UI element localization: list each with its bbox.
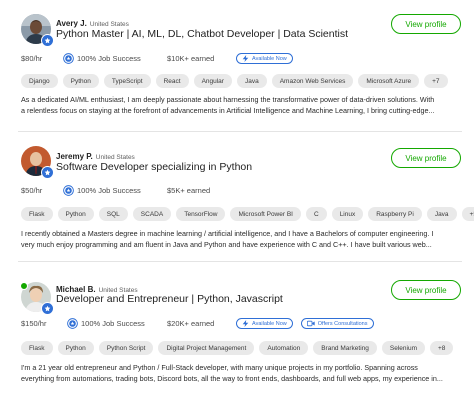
verified-badge-icon (41, 34, 54, 47)
stats-row: $50/hr 100% Job Success $5K+ earned (21, 185, 210, 196)
consultations-badge: Offers Consultations (300, 318, 374, 329)
availability-badge: Available Now (236, 318, 293, 329)
job-success: 100% Job Success (67, 318, 167, 329)
skill-chip[interactable]: TypeScript (103, 74, 151, 88)
skill-chip[interactable]: React (155, 74, 189, 88)
view-profile-button[interactable]: View profile (391, 280, 461, 300)
avatar[interactable] (21, 146, 54, 179)
more-skills-chip[interactable]: +8 (430, 341, 454, 355)
job-success-label: 100% Job Success (81, 319, 145, 328)
earned: $5K+ earned (167, 186, 211, 195)
online-status-icon (20, 282, 28, 290)
job-success-badge-icon (63, 53, 74, 64)
freelancer-title[interactable]: Python Master | AI, ML, DL, Chatbot Deve… (56, 28, 348, 40)
skills-list: Flask Python Python Script Digital Project … (21, 341, 462, 355)
availability-badge: Available Now (236, 53, 293, 64)
skill-chip[interactable]: Raspberry Pi (368, 207, 422, 221)
skill-chip[interactable]: Flask (21, 341, 53, 355)
freelancer-name[interactable]: Jeremy P. (56, 152, 93, 161)
freelancer-description[interactable]: I recently obtained a Masters degree in … (21, 228, 459, 250)
skill-chip[interactable]: SQL (98, 207, 128, 221)
skill-chip[interactable]: TensorFlow (176, 207, 226, 221)
freelancer-title[interactable]: Software Developer specializing in Pytho… (56, 161, 252, 173)
job-success: 100% Job Success (63, 185, 167, 196)
freelancer-card: Jeremy P. United States Software Develope… (0, 134, 474, 264)
description-line: I recently obtained a Masters degree in … (21, 229, 434, 238)
more-skills-chip[interactable]: +5 (461, 207, 474, 221)
divider (18, 131, 462, 132)
job-success-label: 100% Job Success (77, 54, 141, 63)
skill-chip[interactable]: Python (62, 74, 99, 88)
avatar[interactable] (21, 14, 54, 47)
description-line: very much enjoy programming and am fluen… (21, 240, 432, 249)
freelancer-description[interactable]: As a dedicated AI/ML enthusiast, I am de… (21, 94, 459, 116)
rate: $80/hr (21, 54, 43, 63)
availability-label: Available Now (252, 320, 287, 327)
skills-list: Django Python TypeScript React Angular Java Am… (21, 74, 462, 88)
job-success-badge-icon (63, 185, 74, 196)
description-line: As a dedicated AI/ML enthusiast, I am de… (21, 95, 435, 104)
freelancer-name[interactable]: Avery J. (56, 19, 87, 28)
freelancer-card: Michael B. United States Developer and En… (0, 268, 474, 396)
job-success: 100% Job Success (63, 53, 167, 64)
description-line: everything from automations, trading bot… (21, 374, 443, 383)
freelancer-location: United States (89, 21, 129, 28)
skill-chip[interactable]: SCADA (132, 207, 172, 221)
freelancer-location: United States (95, 154, 135, 161)
earned: $10K+ earned (167, 54, 215, 63)
skill-chip[interactable]: Amazon Web Services (271, 74, 354, 88)
skill-chip[interactable]: Linux (331, 207, 364, 221)
consultations-label: Offers Consultations (317, 320, 368, 327)
skill-chip[interactable]: Microsoft Azure (358, 74, 420, 88)
skill-chip[interactable]: Java (236, 74, 267, 88)
divider (18, 261, 462, 262)
skill-chip[interactable]: Python (57, 207, 94, 221)
earned: $20K+ earned (167, 319, 215, 328)
freelancer-card: Avery J. United States Python Master | AI… (0, 0, 474, 132)
avatar[interactable] (20, 282, 54, 315)
name-line: Jeremy P. United States (56, 152, 135, 161)
skill-chip[interactable]: Java (426, 207, 457, 221)
freelancer-description[interactable]: I'm a 21 year old entrepreneur and Pytho… (21, 362, 459, 384)
description-line: I'm a 21 year old entrepreneur and Pytho… (21, 363, 418, 372)
video-camera-icon (306, 320, 315, 327)
skill-chip[interactable]: C (305, 207, 327, 221)
lightning-icon (242, 55, 249, 62)
name-line: Avery J. United States (56, 19, 129, 28)
view-profile-button[interactable]: View profile (391, 148, 461, 168)
stats-row: $150/hr 100% Job Success $20K+ earned Av… (21, 318, 374, 329)
skill-chip[interactable]: Brand Marketing (313, 341, 377, 355)
job-success-badge-icon (67, 318, 78, 329)
skill-chip[interactable]: Selenium (381, 341, 426, 355)
skill-chip[interactable]: Digital Project Management (158, 341, 255, 355)
availability-label: Available Now (252, 55, 287, 62)
verified-badge-icon (41, 302, 54, 315)
verified-badge-icon (41, 166, 54, 179)
skills-list: Flask Python SQL SCADA TensorFlow Microsoft P… (21, 207, 474, 221)
skill-chip[interactable]: Django (21, 74, 58, 88)
stats-row: $80/hr 100% Job Success $10K+ earned Ava… (21, 53, 293, 64)
skill-chip[interactable]: Angular (193, 74, 232, 88)
lightning-icon (242, 320, 249, 327)
rate: $50/hr (21, 186, 43, 195)
view-profile-button[interactable]: View profile (391, 14, 461, 34)
skill-chip[interactable]: Python Script (98, 341, 154, 355)
rate: $150/hr (21, 319, 47, 328)
skill-chip[interactable]: Microsoft Power BI (230, 207, 301, 221)
skill-chip[interactable]: Python (57, 341, 94, 355)
description-line: a relentless focus on staying at the for… (21, 106, 435, 115)
job-success-label: 100% Job Success (77, 186, 141, 195)
freelancer-list: Avery J. United States Python Master | AI… (0, 0, 474, 396)
skill-chip[interactable]: Flask (21, 207, 53, 221)
skill-chip[interactable]: Automation (259, 341, 309, 355)
freelancer-title[interactable]: Developer and Entrepreneur | Python, Jav… (56, 293, 283, 305)
more-skills-chip[interactable]: +7 (424, 74, 448, 88)
